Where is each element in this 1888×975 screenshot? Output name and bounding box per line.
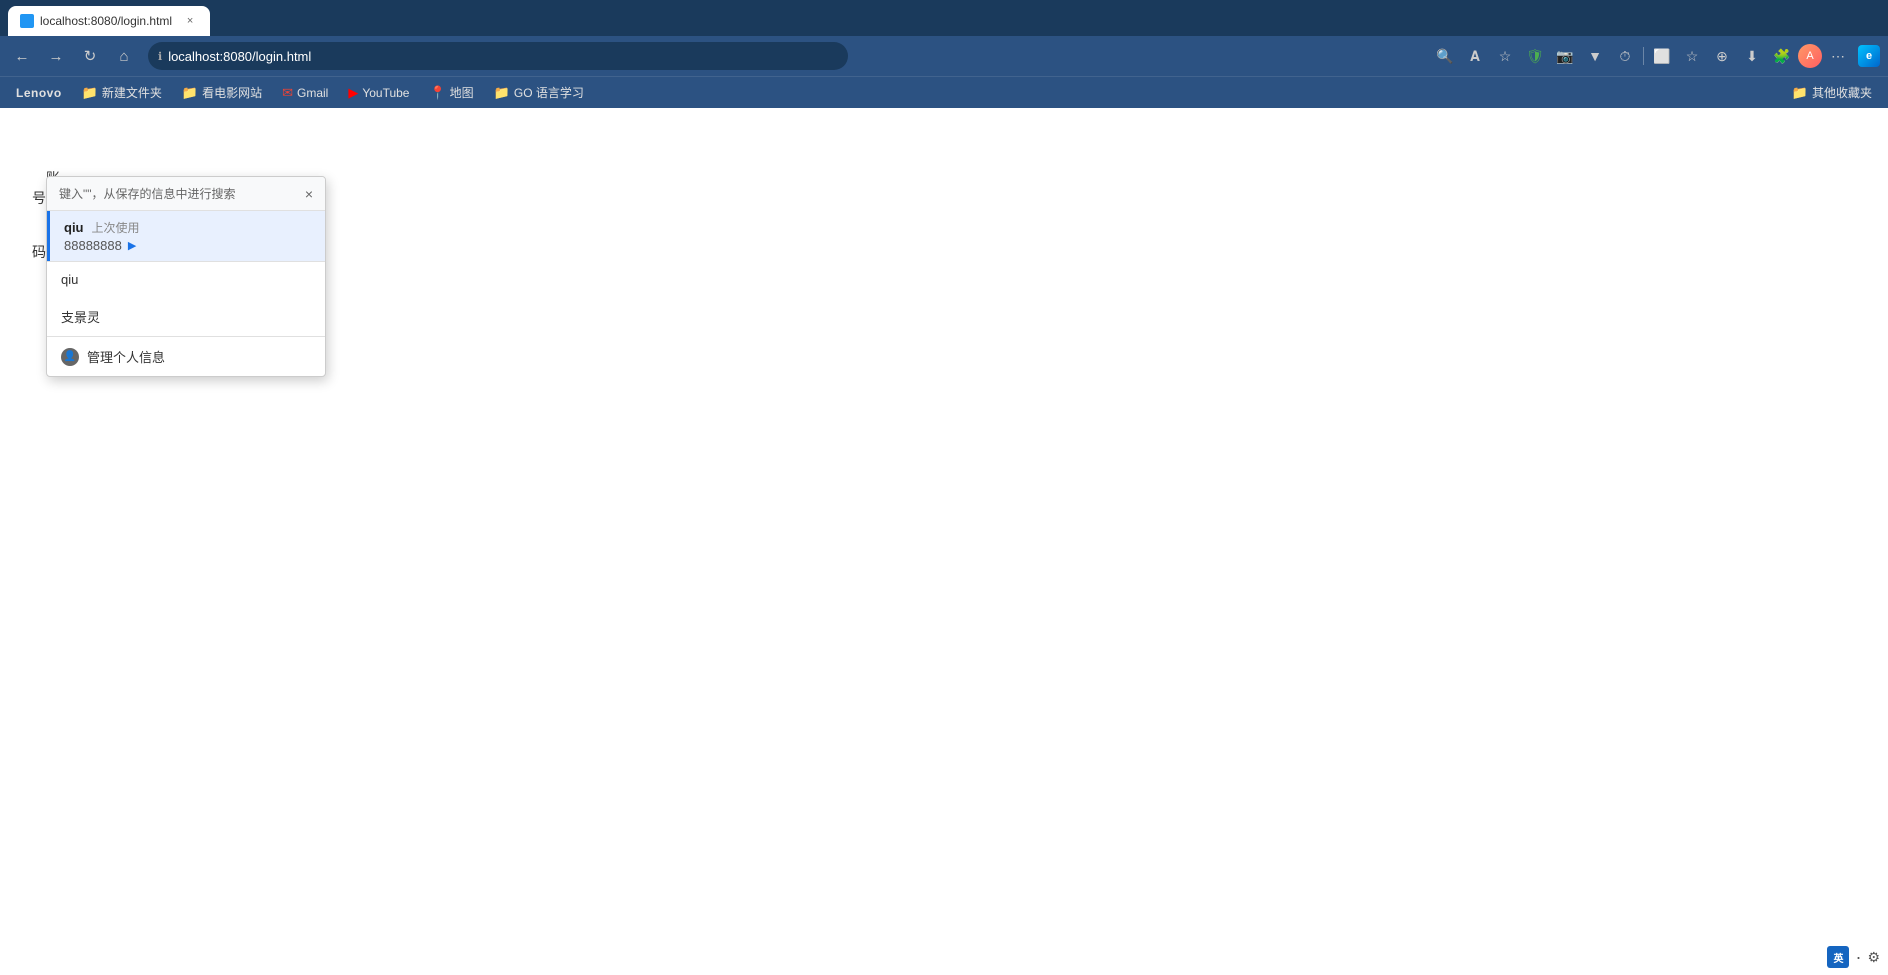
forward-icon: → — [49, 48, 64, 65]
autocomplete-item-qiu[interactable]: qiu — [47, 262, 325, 297]
bookmark-new-folder[interactable]: 📁 新建文件夹 — [74, 81, 170, 104]
bookmark-other-label: 其他收藏夹 — [1812, 84, 1872, 101]
maps-icon: 📍 — [429, 85, 445, 101]
active-tab[interactable]: localhost:8080/login.html × — [8, 6, 210, 36]
nav-divider — [1643, 47, 1644, 65]
favorites-button[interactable]: ☆ — [1678, 42, 1706, 70]
home-icon: ⌂ — [119, 48, 128, 65]
autocomplete-item-zhijingling-label: 支景灵 — [61, 310, 100, 325]
lock-icon: ℹ — [158, 50, 162, 63]
refresh-button[interactable]: ↻ — [76, 42, 104, 70]
gmail-icon: ✉ — [282, 85, 293, 101]
taskbar-settings-icon[interactable]: ⚙ — [1867, 949, 1880, 966]
autocomplete-dropdown: 键入""，从保存的信息中进行搜索 × qiu 上次使用 88888888 ▶ q… — [46, 176, 326, 377]
more-menu-button[interactable]: ⋯ — [1824, 42, 1852, 70]
forward-button[interactable]: → — [42, 42, 70, 70]
manage-person-icon: 👤 — [61, 348, 79, 366]
favorite-button[interactable]: ☆ — [1491, 42, 1519, 70]
bookmarks-bar: Lenovo 📁 新建文件夹 📁 看电影网站 ✉ Gmail ▶ YouTube… — [0, 76, 1888, 108]
autocomplete-manage-label: 管理个人信息 — [87, 347, 165, 366]
autocomplete-header-text: 键入""，从保存的信息中进行搜索 — [59, 185, 236, 202]
folder-icon-movie: 📁 — [182, 85, 198, 101]
folder-icon: 📁 — [82, 85, 98, 101]
bookmark-lenovo[interactable]: Lenovo — [8, 83, 70, 103]
home-button[interactable]: ⌂ — [110, 42, 138, 70]
arrow-cursor-icon: ▶ — [128, 239, 136, 252]
taskbar: 英 · ⚙ — [1827, 939, 1888, 975]
nav-bar: ← → ↻ ⌂ ℹ localhost:8080/login.html 🔍 𝐀 … — [0, 36, 1888, 76]
address-bar[interactable]: ℹ localhost:8080/login.html — [148, 42, 848, 70]
bookmark-go-lang[interactable]: 📁 GO 语言学习 — [486, 81, 592, 104]
folder-icon-go: 📁 — [494, 85, 510, 101]
password-mask-text: 88888888 — [64, 238, 122, 253]
youtube-icon: ▶ — [348, 85, 358, 101]
autocomplete-close-button[interactable]: × — [305, 187, 313, 201]
back-button[interactable]: ← — [8, 42, 36, 70]
bookmark-movie-label: 看电影网站 — [202, 84, 262, 101]
address-text: localhost:8080/login.html — [168, 49, 311, 64]
tab-favicon — [20, 14, 34, 28]
bookmark-youtube[interactable]: ▶ YouTube — [340, 82, 417, 104]
autocomplete-item-qiu-label: qiu — [61, 272, 78, 287]
lenovo-label: Lenovo — [16, 86, 62, 100]
bookmark-youtube-label: YouTube — [362, 86, 409, 100]
autocomplete-header: 键入""，从保存的信息中进行搜索 × — [47, 177, 325, 211]
autocomplete-item-zhijingling[interactable]: 支景灵 — [47, 297, 325, 336]
nav-actions: 🔍 𝐀 ☆ 🛡 📷 ▼ ⏱ ⬜ ☆ ⊕ ⬇ 🧩 A ⋯ e — [1431, 42, 1880, 70]
collections-button[interactable]: 📷 — [1551, 42, 1579, 70]
extensions-button[interactable]: 🧩 — [1768, 42, 1796, 70]
autocomplete-manage-button[interactable]: 👤 管理个人信息 — [47, 336, 325, 376]
page-content: 账号： 密码： 登录 键入""，从保存的信息中进行搜索 × qiu 上次使用 8… — [0, 108, 1888, 975]
tab-title: localhost:8080/login.html — [40, 14, 172, 28]
zoom-button[interactable]: 🔍 — [1431, 42, 1459, 70]
taskbar-lang-indicator[interactable]: 英 — [1827, 946, 1849, 968]
autocomplete-selected-username: qiu 上次使用 — [64, 219, 311, 236]
bookmark-maps-label: 地图 — [450, 84, 474, 101]
translate-button[interactable]: 𝐀 — [1461, 42, 1489, 70]
autocomplete-selected-item[interactable]: qiu 上次使用 88888888 ▶ — [47, 211, 325, 261]
browser-chrome: localhost:8080/login.html × ← → ↻ ⌂ ℹ lo… — [0, 0, 1888, 108]
immersive-reader-button[interactable]: ▼ — [1581, 42, 1609, 70]
back-icon: ← — [15, 48, 30, 65]
timer-button[interactable]: ⏱ — [1611, 42, 1639, 70]
bookmark-new-folder-label: 新建文件夹 — [102, 84, 162, 101]
taskbar-separator-dot: · — [1855, 948, 1861, 966]
browser-essentials-button[interactable]: ⊕ — [1708, 42, 1736, 70]
bookmark-other[interactable]: 📁 其他收藏夹 — [1784, 81, 1880, 104]
refresh-icon: ↻ — [84, 47, 97, 65]
autocomplete-selected-password: 88888888 ▶ — [64, 238, 311, 253]
last-used-text: 上次使用 — [92, 219, 140, 236]
bookmark-go-lang-label: GO 语言学习 — [514, 84, 584, 101]
selected-username-text: qiu — [64, 220, 84, 235]
split-screen-button[interactable]: ⬜ — [1648, 42, 1676, 70]
download-button[interactable]: ⬇ — [1738, 42, 1766, 70]
bookmark-gmail[interactable]: ✉ Gmail — [274, 82, 336, 104]
profile-avatar[interactable]: A — [1798, 44, 1822, 68]
bookmark-maps[interactable]: 📍 地图 — [421, 81, 481, 104]
folder-icon-other: 📁 — [1792, 85, 1808, 101]
tab-bar: localhost:8080/login.html × — [0, 0, 1888, 36]
tab-close-button[interactable]: × — [182, 13, 198, 29]
shield-button[interactable]: 🛡 — [1521, 42, 1549, 70]
edge-icon: e — [1858, 45, 1880, 67]
bookmark-gmail-label: Gmail — [297, 86, 328, 100]
bookmark-movie[interactable]: 📁 看电影网站 — [174, 81, 270, 104]
